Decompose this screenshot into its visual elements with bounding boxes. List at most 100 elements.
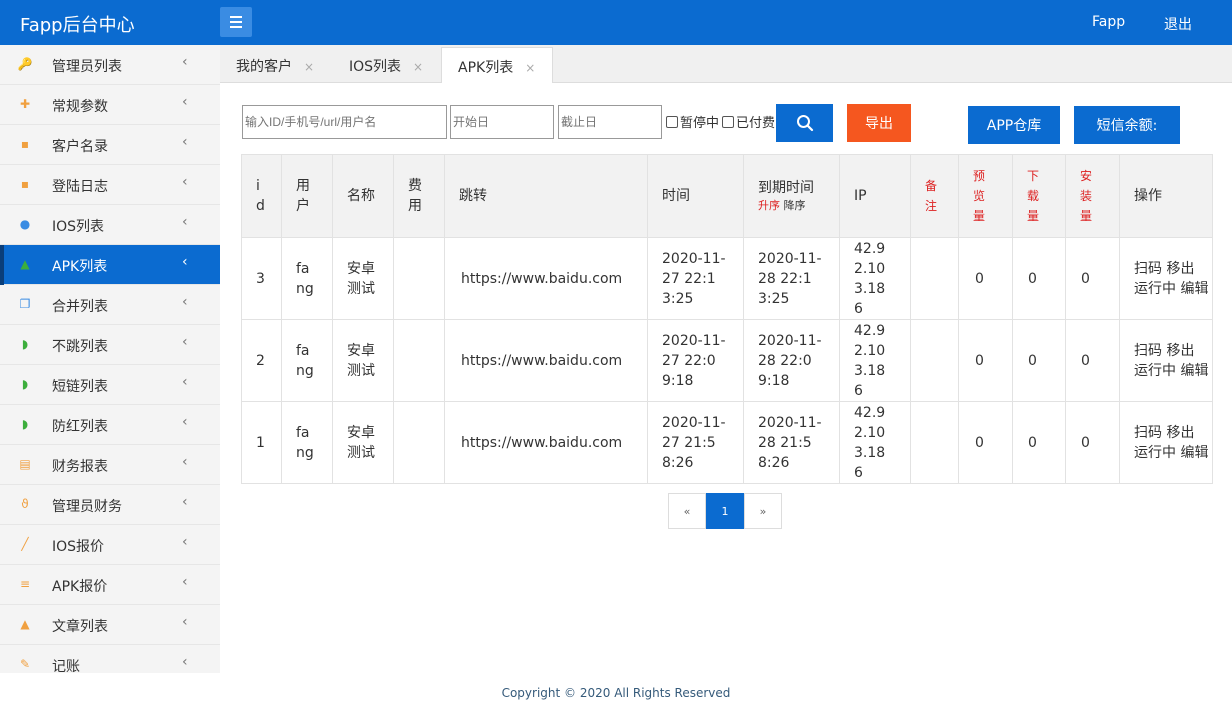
- status-toggle[interactable]: 运行中: [1134, 363, 1176, 379]
- cell-time: 2020-11-27 21:58:26: [647, 401, 744, 484]
- col-name: 名称: [332, 154, 394, 238]
- edit-link[interactable]: 编辑: [1180, 363, 1208, 379]
- cell-url: https://www.baidu.com: [444, 237, 648, 320]
- scan-link[interactable]: 扫码: [1134, 261, 1162, 277]
- paused-checkbox[interactable]: 暂停中: [666, 112, 719, 131]
- cell-expire: 2020-11-28 22:09:18: [743, 319, 840, 402]
- sidebar-item[interactable]: ✚ 常规参数 ‹: [0, 85, 220, 125]
- cell-user: fang: [281, 401, 333, 484]
- chevron-left-icon: ‹: [182, 334, 188, 350]
- remove-link[interactable]: 移出: [1166, 425, 1194, 441]
- cell-install: 0: [1065, 401, 1120, 484]
- sms-balance-button[interactable]: 短信余额:: [1074, 106, 1180, 144]
- cell-download: 0: [1012, 319, 1066, 402]
- status-toggle[interactable]: 运行中: [1134, 281, 1176, 297]
- close-icon[interactable]: ×: [525, 61, 535, 75]
- sidebar-item[interactable]: 🔑 管理员列表 ‹: [0, 45, 220, 85]
- cell-preview: 0: [958, 237, 1013, 320]
- chevron-left-icon: ‹: [182, 454, 188, 470]
- chevron-left-icon: ‹: [182, 614, 188, 630]
- sidebar-item[interactable]: ◗ 不跳列表 ‹: [0, 325, 220, 365]
- sidebar-item[interactable]: ▲ 文章列表 ‹: [0, 605, 220, 645]
- next-page-button[interactable]: »: [744, 493, 782, 529]
- sidebar-item[interactable]: ❐ 合并列表 ‹: [0, 285, 220, 325]
- remove-link[interactable]: 移出: [1166, 343, 1194, 359]
- remove-link[interactable]: 移出: [1166, 261, 1194, 277]
- table-row: 2 fang 安卓测试 https://www.baidu.com 2020-11-27…: [241, 319, 1213, 402]
- search-input[interactable]: [242, 105, 447, 139]
- paid-checkbox[interactable]: 已付费: [722, 112, 775, 131]
- cell-url: https://www.baidu.com: [444, 319, 648, 402]
- scan-link[interactable]: 扫码: [1134, 425, 1162, 441]
- sidebar-item[interactable]: ▤ 财务报表 ‹: [0, 445, 220, 485]
- sidebar-item[interactable]: ▲ APK列表 ‹: [0, 245, 220, 285]
- col-redirect: 跳转: [444, 154, 648, 238]
- col-note: 备注: [910, 154, 959, 238]
- tab-ios-list[interactable]: IOS列表 ×: [333, 47, 440, 83]
- prev-page-button[interactable]: «: [668, 493, 706, 529]
- sidebar-item-label: 合并列表: [52, 299, 108, 315]
- app-store-button[interactable]: APP仓库: [968, 106, 1060, 144]
- col-id: id: [241, 154, 282, 238]
- page-1-button[interactable]: 1: [706, 493, 744, 529]
- checkbox-icon[interactable]: [722, 115, 734, 128]
- sidebar-item[interactable]: ≡ APK报价 ‹: [0, 565, 220, 605]
- top-bar: Fapp后台中心 Fapp 退出: [0, 0, 1232, 45]
- search-button[interactable]: [776, 104, 833, 142]
- tab-my-customers[interactable]: 我的客户 ×: [220, 47, 333, 83]
- cell-ops: 扫码 移出运行中 编辑: [1119, 319, 1213, 402]
- list-icon: ≡: [19, 577, 31, 591]
- rss-icon: ◗: [21, 377, 29, 391]
- pencil-icon: ✎: [19, 657, 31, 671]
- sidebar-item[interactable]: ▪ 登陆日志 ‹: [0, 165, 220, 205]
- close-icon[interactable]: ×: [304, 60, 314, 74]
- key-icon: 🔑: [17, 57, 33, 71]
- start-date-input[interactable]: [450, 105, 554, 139]
- sidebar-item[interactable]: ● IOS列表 ‹: [0, 205, 220, 245]
- checkbox-icon[interactable]: [666, 115, 678, 128]
- sidebar-item[interactable]: ╱ IOS报价 ‹: [0, 525, 220, 565]
- chevron-left-icon: ‹: [182, 654, 188, 670]
- close-icon[interactable]: ×: [413, 60, 423, 74]
- current-user-link[interactable]: Fapp: [1092, 14, 1125, 30]
- cell-id: 3: [241, 237, 282, 320]
- table-header-row: id 用户 名称 费用 跳转 时间 到期时间 升序 降序 IP 备注 预览量 下…: [241, 154, 1213, 238]
- tab-bar: 我的客户 × IOS列表 × APK列表 ×: [220, 45, 1232, 83]
- tab-apk-list[interactable]: APK列表 ×: [441, 47, 553, 83]
- rss-icon: ◗: [21, 337, 29, 351]
- sidebar-item-label: 管理员列表: [52, 59, 122, 75]
- cell-ops: 扫码 移出运行中 编辑: [1119, 401, 1213, 484]
- sidebar-item-label: 记账: [52, 659, 80, 673]
- briefcase-icon: ▪: [20, 137, 30, 151]
- table-row: 3 fang 安卓测试 https://www.baidu.com 2020-11-27…: [241, 237, 1213, 320]
- col-user: 用户: [281, 154, 333, 238]
- edit-link[interactable]: 编辑: [1180, 445, 1208, 461]
- cell-id: 2: [241, 319, 282, 402]
- scan-link[interactable]: 扫码: [1134, 343, 1162, 359]
- sidebar-item-label: 文章列表: [52, 619, 108, 635]
- export-button[interactable]: 导出: [847, 104, 911, 142]
- menu-toggle-button[interactable]: [220, 7, 252, 37]
- sidebar-item-label: APK报价: [52, 579, 108, 595]
- cell-ip: 42.92.103.186: [839, 237, 911, 320]
- sidebar-item[interactable]: ϑ 管理员财务 ‹: [0, 485, 220, 525]
- sort-asc-link[interactable]: 升序: [758, 199, 780, 212]
- sidebar-item[interactable]: ◗ 短链列表 ‹: [0, 365, 220, 405]
- sidebar-item[interactable]: ✎ 记账 ‹: [0, 645, 220, 673]
- edit-link[interactable]: 编辑: [1180, 281, 1208, 297]
- logout-link[interactable]: 退出: [1164, 14, 1192, 34]
- sidebar-item[interactable]: ◗ 防红列表 ‹: [0, 405, 220, 445]
- cell-ip: 42.92.103.186: [839, 401, 911, 484]
- col-download: 下载量: [1012, 154, 1066, 238]
- status-toggle[interactable]: 运行中: [1134, 445, 1176, 461]
- col-fee: 费用: [393, 154, 445, 238]
- end-date-input[interactable]: [558, 105, 662, 139]
- cell-download: 0: [1012, 237, 1066, 320]
- plus-icon: ✚: [19, 97, 31, 111]
- cell-expire: 2020-11-28 21:58:26: [743, 401, 840, 484]
- apk-table: id 用户 名称 费用 跳转 时间 到期时间 升序 降序 IP 备注 预览量 下…: [241, 154, 1213, 484]
- sort-desc-link[interactable]: 降序: [784, 199, 806, 212]
- sidebar-item[interactable]: ▪ 客户名录 ‹: [0, 125, 220, 165]
- sidebar-item-label: 不跳列表: [52, 339, 108, 355]
- cell-ops: 扫码 移出运行中 编辑: [1119, 237, 1213, 320]
